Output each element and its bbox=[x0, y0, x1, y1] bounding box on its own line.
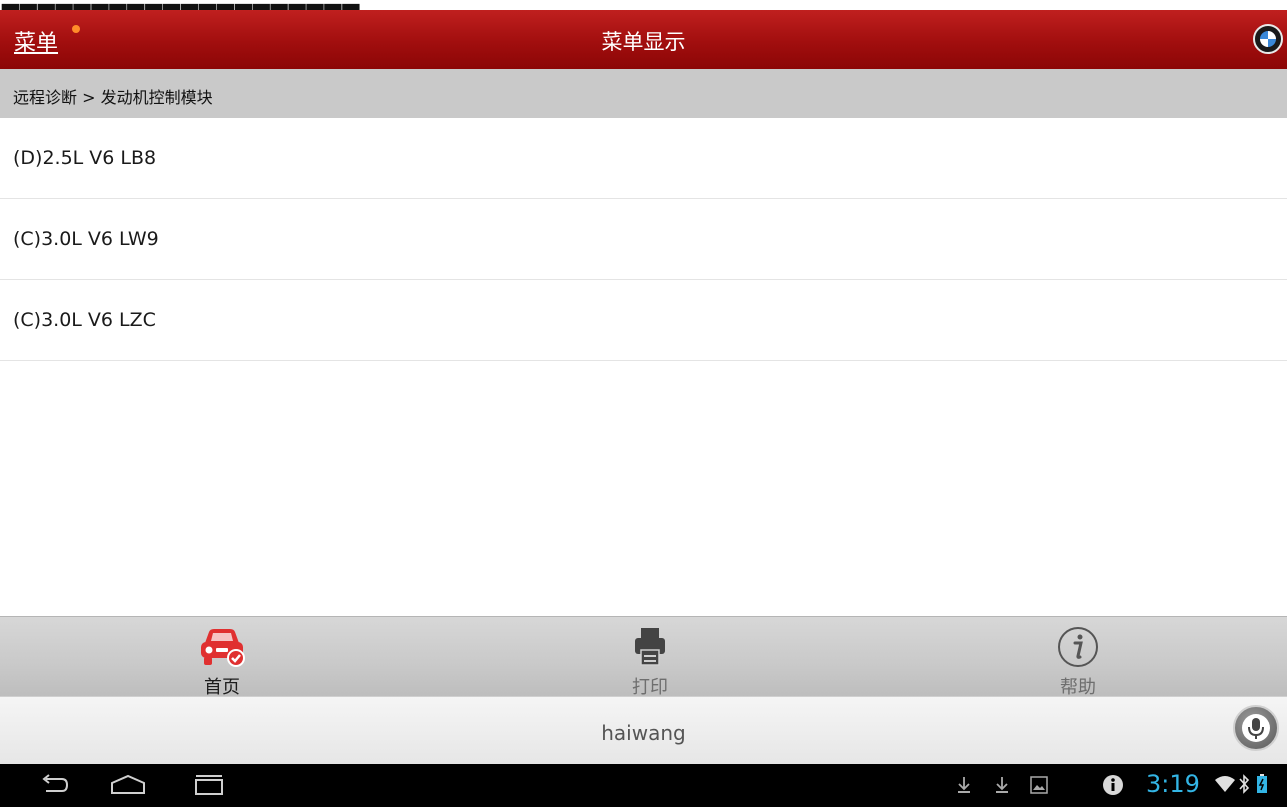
info-icon bbox=[1058, 627, 1098, 667]
microphone-button[interactable] bbox=[1233, 705, 1279, 751]
back-icon[interactable] bbox=[40, 773, 70, 797]
bluetooth-icon bbox=[1239, 774, 1250, 794]
list-item[interactable]: (D)2.5L V6 LB8 bbox=[0, 118, 1287, 199]
search-bar[interactable]: haiwang bbox=[0, 696, 1287, 765]
recent-apps-icon[interactable] bbox=[192, 773, 226, 797]
top-caption-fragment: ▂▂▂▂▂▂▂▂▂▂▂▂▂▂▂▂▂▂▂▂ bbox=[0, 0, 1287, 10]
bottom-toolbar: 首页 打印 帮助 bbox=[0, 616, 1287, 698]
engine-list: (D)2.5L V6 LB8 (C)3.0L V6 LW9 (C)3.0L V6… bbox=[0, 118, 1287, 361]
list-item-label: (D)2.5L V6 LB8 bbox=[13, 147, 157, 169]
page-title: 菜单显示 bbox=[601, 30, 686, 54]
clock: 3:19 bbox=[1146, 770, 1200, 798]
info-status-icon bbox=[1103, 775, 1123, 795]
wifi-icon bbox=[1215, 776, 1235, 792]
top-caption-text: ▂▂▂▂▂▂▂▂▂▂▂▂▂▂▂▂▂▂▂▂ bbox=[2, 0, 360, 10]
download-icon bbox=[996, 777, 1008, 793]
breadcrumb-path: 远程诊断 > 发动机控制模块 bbox=[13, 88, 213, 107]
car-home-icon bbox=[201, 629, 245, 667]
list-item[interactable]: (C)3.0L V6 LW9 bbox=[0, 199, 1287, 280]
android-nav-bar: 3:19 bbox=[0, 764, 1287, 807]
download-icon bbox=[958, 777, 970, 793]
home-button[interactable]: 首页 bbox=[122, 617, 322, 698]
list-item-label: (C)3.0L V6 LZC bbox=[13, 309, 156, 331]
list-item[interactable]: (C)3.0L V6 LZC bbox=[0, 280, 1287, 361]
home-nav-icon[interactable] bbox=[108, 773, 148, 797]
help-button[interactable]: 帮助 bbox=[978, 617, 1178, 698]
breadcrumb: 远程诊断 > 发动机控制模块 bbox=[0, 69, 1287, 118]
gallery-icon bbox=[1030, 776, 1048, 794]
battery-icon bbox=[1257, 774, 1267, 793]
list-item-label: (C)3.0L V6 LW9 bbox=[13, 228, 159, 250]
printer-icon bbox=[635, 628, 665, 666]
print-button[interactable]: 打印 bbox=[550, 617, 750, 698]
bmw-logo-icon[interactable] bbox=[1253, 24, 1283, 54]
app-header: 菜单 菜单显示 bbox=[0, 10, 1287, 69]
microphone-icon bbox=[1242, 714, 1270, 742]
search-text: haiwang bbox=[601, 721, 686, 745]
